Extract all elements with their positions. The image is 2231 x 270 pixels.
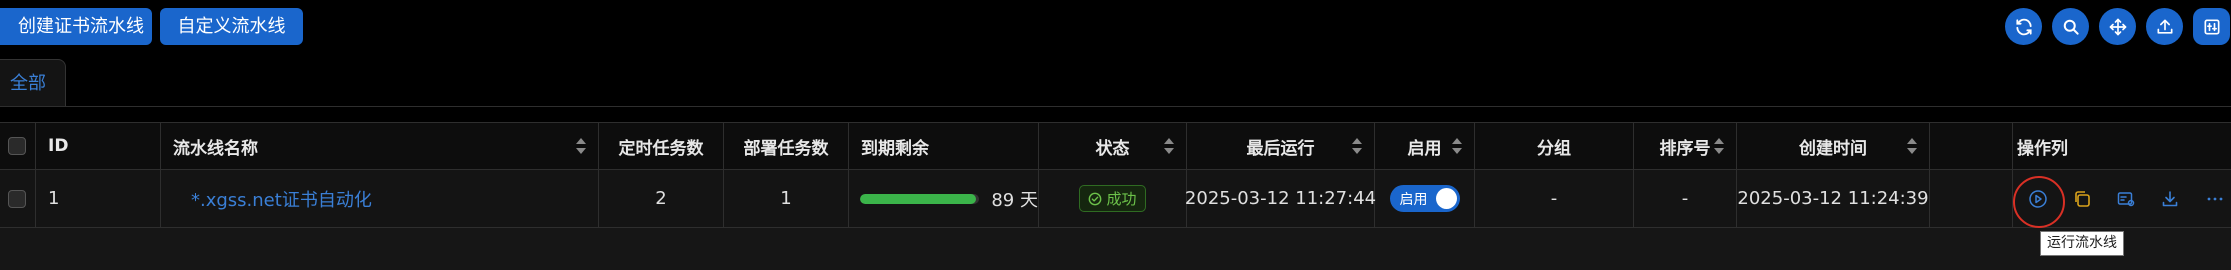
highlight-circle <box>2013 176 2065 228</box>
enabled-toggle-label: 启用 <box>1399 191 1428 208</box>
edit-pipeline-button[interactable] <box>2115 188 2137 210</box>
download-button[interactable] <box>2159 188 2181 210</box>
cell-deploy: 1 <box>724 170 849 227</box>
header-created-label: 创建时间 <box>1799 138 1867 159</box>
header-name[interactable]: 流水线名称 <box>161 123 599 169</box>
cell-created: 2025-03-12 11:24:39 <box>1737 170 1930 227</box>
cell-name: *.xgss.net证书自动化 <box>161 170 599 227</box>
cell-id: 1 <box>36 170 161 227</box>
upload-button[interactable] <box>2146 8 2183 45</box>
header-status[interactable]: 状态 <box>1039 123 1187 169</box>
more-actions-button[interactable] <box>2204 188 2226 210</box>
enabled-toggle[interactable]: 启用 <box>1389 185 1460 212</box>
header-enabled[interactable]: 启用 <box>1375 123 1475 169</box>
header-name-label: 流水线名称 <box>173 138 258 159</box>
tab-all[interactable]: 全部 <box>0 59 66 107</box>
move-icon <box>2109 18 2126 35</box>
sort-icon[interactable] <box>1352 137 1362 155</box>
config-icon <box>2117 191 2135 206</box>
column-settings-button[interactable] <box>2193 8 2230 45</box>
header-actions: 操作列 <box>2017 138 2068 159</box>
header-enabled-label: 启用 <box>1407 138 1442 159</box>
header-status-label: 状态 <box>1095 138 1130 159</box>
more-icon <box>2207 197 2223 200</box>
cell-order: - <box>1634 170 1737 227</box>
table-row: 1 *.xgss.net证书自动化 2 1 89 天 成功 2025-03-12… <box>0 170 2231 228</box>
header-created[interactable]: 创建时间 <box>1737 123 1930 169</box>
create-cert-pipeline-button[interactable]: 创建证书流水线 <box>0 8 152 45</box>
header-id: ID <box>36 123 161 169</box>
sort-icon[interactable] <box>576 137 586 155</box>
cell-last-run: 2025-03-12 11:27:44 <box>1185 170 1376 227</box>
header-expiry: 到期剩余 <box>849 123 1039 169</box>
table-header: ID 流水线名称 定时任务数 部署任务数 到期剩余 状态 最后运行 启用 分组 … <box>0 122 2231 170</box>
header-blank <box>1930 123 2013 169</box>
toggle-knob <box>1435 188 1457 209</box>
check-circle-icon <box>1089 192 1102 205</box>
header-scheduled: 定时任务数 <box>599 123 724 169</box>
header-order[interactable]: 排序号 <box>1634 123 1737 169</box>
expiry-days: 89 天 <box>991 189 1038 211</box>
cell-expiry: 89 天 <box>849 170 1039 227</box>
status-badge: 成功 <box>1079 185 1146 212</box>
search-icon <box>2063 19 2079 35</box>
sort-icon[interactable] <box>1452 137 1462 155</box>
select-all-checkbox[interactable] <box>7 137 26 155</box>
header-last-run-label: 最后运行 <box>1246 138 1315 159</box>
header-order-label: 排序号 <box>1659 138 1711 159</box>
header-last-run[interactable]: 最后运行 <box>1187 123 1375 169</box>
select-all-cell <box>0 123 36 169</box>
cell-group: - <box>1475 170 1634 227</box>
refresh-icon <box>2015 18 2032 35</box>
expiry-progress-bar <box>860 193 980 204</box>
sort-icon[interactable] <box>1164 137 1174 155</box>
run-pipeline-tooltip: 运行流水线 <box>2040 231 2124 256</box>
tabs-divider <box>0 106 2231 107</box>
copy-icon <box>2075 190 2090 207</box>
refresh-button[interactable] <box>2005 8 2042 45</box>
row-select-cell <box>0 170 36 227</box>
custom-pipeline-button[interactable]: 自定义流水线 <box>160 8 303 45</box>
cell-blank <box>1930 170 2013 227</box>
expiry-progress-fill <box>860 193 976 204</box>
sort-icon[interactable] <box>1907 137 1917 155</box>
upload-icon <box>2157 19 2172 34</box>
download-icon <box>2162 190 2178 206</box>
sort-icon[interactable] <box>1714 137 1724 155</box>
header-group: 分组 <box>1475 123 1634 169</box>
move-button[interactable] <box>2099 8 2136 45</box>
copy-pipeline-button[interactable] <box>2071 188 2093 210</box>
table-footer-area <box>0 228 2231 270</box>
search-button[interactable] <box>2052 8 2089 45</box>
pipeline-name-link[interactable]: *.xgss.net证书自动化 <box>173 186 372 212</box>
header-deploy: 部署任务数 <box>724 123 849 169</box>
row-checkbox[interactable] <box>7 189 26 208</box>
status-text: 成功 <box>1106 190 1137 208</box>
cell-scheduled: 2 <box>599 170 724 227</box>
column-settings-icon <box>2204 19 2219 34</box>
cell-status: 成功 <box>1039 170 1187 227</box>
cell-enabled: 启用 <box>1375 170 1475 227</box>
